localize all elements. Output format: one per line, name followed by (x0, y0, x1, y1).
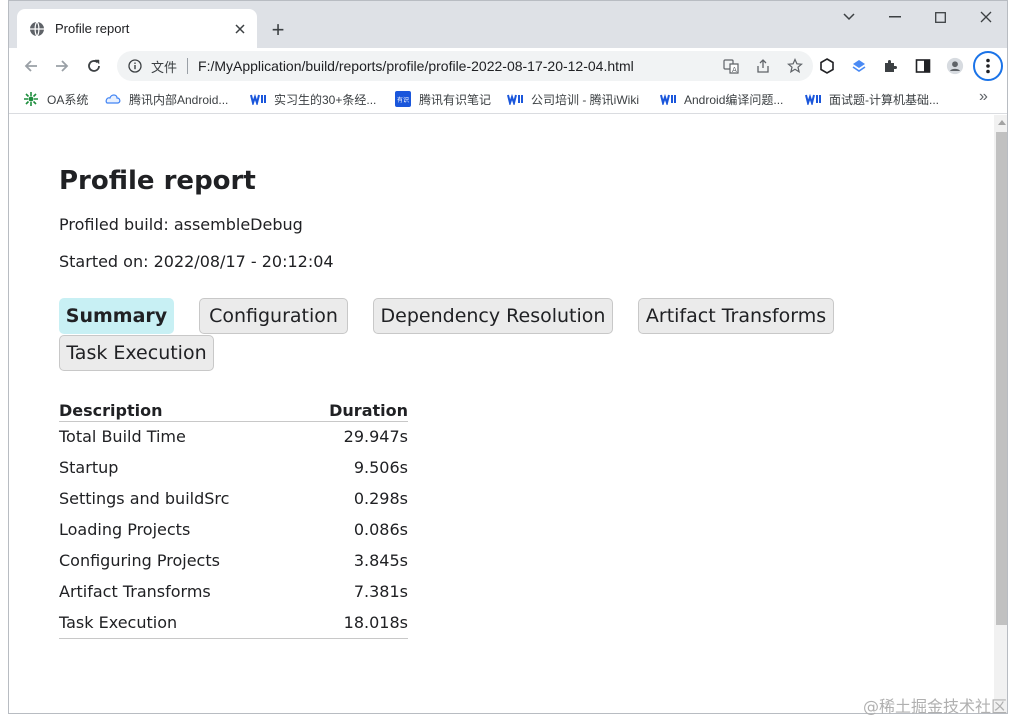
column-header-description: Description (59, 397, 298, 422)
bookmark-item[interactable]: 腾讯内部Android... (105, 90, 228, 108)
layers-extension-icon[interactable] (850, 57, 868, 75)
info-icon[interactable] (127, 58, 143, 74)
background-window-edge (1008, 0, 1017, 721)
bookmark-label: 腾讯有识笔记 (419, 92, 492, 107)
tab-search-chevron-icon[interactable] (827, 6, 871, 28)
row-duration: 9.506s (353, 458, 408, 477)
bookmark-label: 腾讯内部Android... (129, 92, 229, 107)
more-bookmarks-chevron-icon[interactable]: » (979, 88, 988, 106)
toolbar: 文件 F:/MyApplication/build/reports/profil… (9, 48, 1007, 84)
close-window-icon[interactable] (964, 6, 1007, 28)
row-duration: 0.086s (353, 520, 408, 539)
bookmark-item[interactable]: OA系统 (23, 90, 88, 108)
browser-window: Profile report + 文件 F:/MyApplication/bui… (8, 0, 1008, 714)
iwiki-icon (660, 91, 676, 107)
bookmark-item[interactable]: 实习生的30+条经... (250, 90, 376, 108)
row-description: Loading Projects (59, 520, 191, 539)
side-panel-icon[interactable] (914, 57, 932, 75)
share-icon[interactable] (755, 58, 771, 74)
iwiki-icon (507, 91, 523, 107)
bookmark-label: 公司培训 - 腾讯iWiki (531, 92, 639, 107)
table-row: Settings and buildSrc 0.298s (59, 483, 408, 514)
row-description: Settings and buildSrc (59, 489, 230, 508)
tab-strip: Profile report + (9, 1, 1007, 48)
row-duration: 0.298s (353, 489, 408, 508)
summary-table: Description Duration Total Build Time 29… (59, 397, 408, 639)
maximize-icon[interactable] (918, 6, 962, 28)
hexagon-extension-icon[interactable] (818, 57, 836, 75)
iwiki-icon (250, 91, 266, 107)
url-text[interactable]: F:/MyApplication/build/reports/profile/p… (198, 58, 634, 74)
tab-dependency-resolution[interactable]: Dependency Resolution (373, 298, 613, 334)
table-row: Task Execution 18.018s (59, 607, 408, 639)
globe-icon (29, 21, 45, 37)
svg-text:有识: 有识 (397, 96, 409, 104)
tab-task-execution[interactable]: Task Execution (59, 335, 214, 371)
translate-icon[interactable]: A (723, 58, 739, 74)
row-description: Configuring Projects (59, 551, 220, 570)
new-tab-button[interactable]: + (267, 19, 289, 41)
tab-configuration[interactable]: Configuration (199, 298, 348, 334)
back-arrow-icon[interactable] (18, 53, 44, 79)
oa-icon (23, 91, 39, 107)
row-duration: 3.845s (353, 551, 408, 570)
started-on: Started on: 2022/08/17 - 20:12:04 (59, 252, 334, 271)
table-header-row: Description Duration (59, 397, 408, 422)
star-bookmark-icon[interactable] (787, 58, 803, 74)
reload-icon[interactable] (81, 53, 107, 79)
bookmark-item[interactable]: 公司培训 - 腾讯iWiki (507, 90, 639, 108)
page-content: Profile report Profiled build: assembleD… (9, 115, 994, 713)
table-row: Startup 9.506s (59, 452, 408, 483)
row-description: Total Build Time (59, 427, 186, 447)
row-description: Startup (59, 458, 119, 477)
page-title: Profile report (59, 166, 256, 196)
row-duration: 29.947s (343, 427, 408, 447)
browser-tab[interactable]: Profile report (17, 9, 257, 48)
security-label: 文件 (151, 59, 178, 75)
tab-title: Profile report (55, 21, 130, 36)
bookmark-label: 实习生的30+条经... (274, 92, 377, 107)
browser-menu-icon[interactable] (973, 51, 1003, 81)
bookmarks-bar: OA系统 腾讯内部Android... 实习生的30+条经... 有识 腾讯有识… (9, 84, 1007, 114)
scroll-up-arrow-icon[interactable] (994, 115, 1007, 130)
bookmark-label: OA系统 (47, 92, 89, 107)
profile-avatar-icon[interactable] (946, 57, 964, 75)
bookmark-label: 面试题-计算机基础... (829, 92, 939, 107)
row-duration: 18.018s (297, 607, 408, 639)
svg-text:A: A (732, 66, 737, 74)
profiled-build: Profiled build: assembleDebug (59, 215, 303, 234)
bookmark-item[interactable]: 面试题-计算机基础... (805, 90, 939, 108)
iwiki-icon (805, 91, 821, 107)
omnibox-divider (187, 58, 189, 74)
notes-icon: 有识 (395, 91, 411, 107)
cloud-icon (105, 91, 121, 107)
row-description: Artifact Transforms (59, 582, 211, 601)
row-description: Task Execution (59, 607, 298, 639)
table-row: Loading Projects 0.086s (59, 514, 408, 545)
scrollbar-thumb[interactable] (996, 132, 1007, 625)
table-row: Configuring Projects 3.845s (59, 545, 408, 576)
watermark: @稀土掘金技术社区 (862, 697, 1007, 716)
tab-summary[interactable]: Summary (59, 298, 174, 334)
bookmark-label: Android编译问题... (684, 92, 784, 107)
row-duration: 7.381s (353, 582, 408, 601)
page-scrollbar[interactable] (994, 115, 1007, 713)
puzzle-extensions-icon[interactable] (881, 57, 899, 75)
minimize-icon[interactable] (873, 6, 917, 28)
table-row: Total Build Time 29.947s (59, 421, 408, 452)
close-tab-icon[interactable] (231, 20, 249, 38)
bookmark-item[interactable]: Android编译问题... (660, 90, 783, 108)
bookmark-item[interactable]: 有识 腾讯有识笔记 (395, 90, 491, 108)
address-bar[interactable]: 文件 F:/MyApplication/build/reports/profil… (117, 51, 813, 81)
tab-artifact-transforms[interactable]: Artifact Transforms (638, 298, 834, 334)
forward-arrow-icon[interactable] (49, 53, 75, 79)
table-row: Artifact Transforms 7.381s (59, 576, 408, 607)
column-header-duration: Duration (297, 397, 408, 422)
